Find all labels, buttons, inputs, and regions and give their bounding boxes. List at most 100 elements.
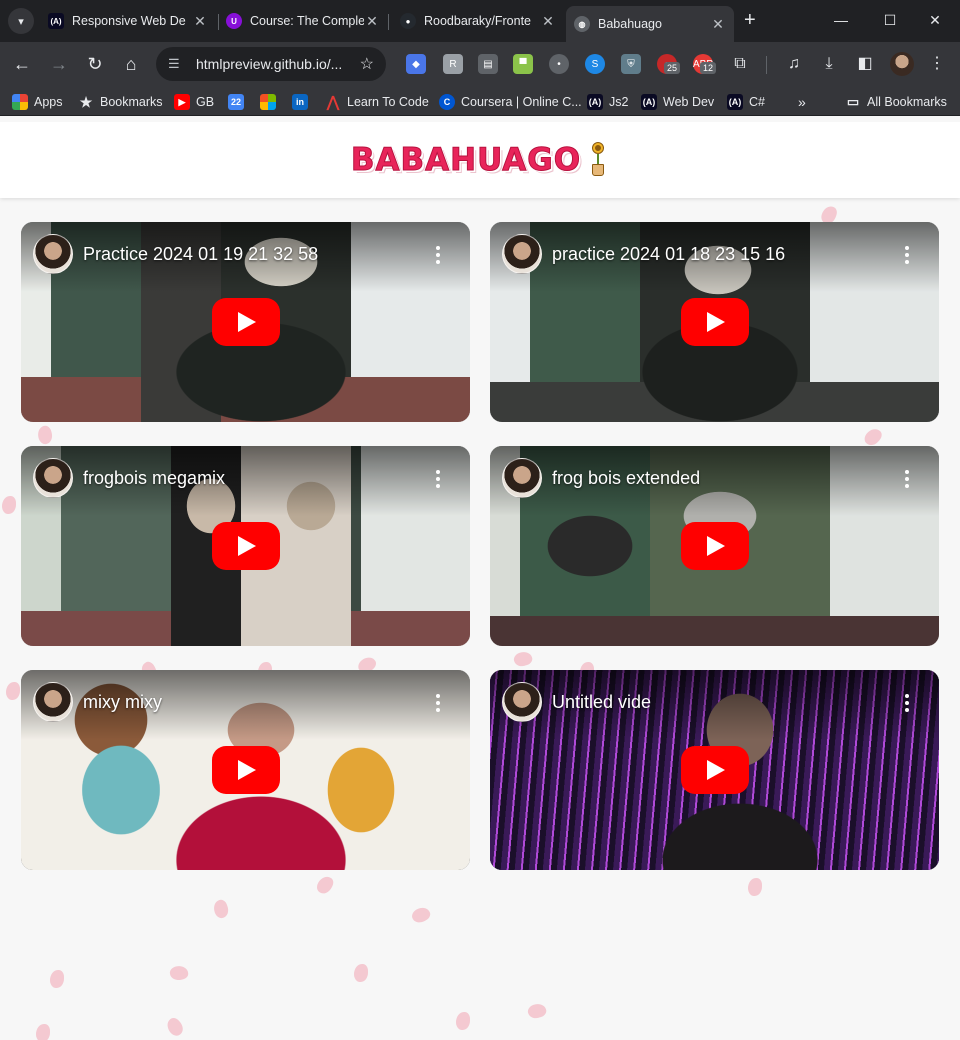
reload-icon[interactable]: ↻ — [83, 52, 107, 76]
petal-decoration — [211, 898, 231, 920]
petal-decoration — [168, 964, 190, 982]
bookmark-learn-to-code[interactable]: ⋀ Learn To Code — [325, 93, 429, 111]
youtube-play-button[interactable] — [212, 746, 280, 794]
close-icon[interactable]: ✕ — [540, 13, 556, 30]
download-icon[interactable]: ⤓ — [817, 52, 841, 76]
side-panel-icon[interactable]: ◧ — [853, 52, 877, 76]
extension-icon[interactable]: ◆ — [406, 54, 426, 74]
extension-icon[interactable]: ▀ — [513, 54, 533, 74]
video-card[interactable]: frogbois megamix — [21, 446, 470, 646]
petal-decoration — [163, 1015, 187, 1039]
video-card[interactable]: Practice 2024 01 19 21 32 58 — [21, 222, 470, 422]
menu-kebab-icon[interactable]: ⋮ — [925, 52, 949, 76]
bookmark-label: Coursera | Online C... — [461, 95, 582, 109]
video-title[interactable]: Practice 2024 01 19 21 32 58 — [83, 244, 318, 265]
youtube-play-button[interactable] — [212, 522, 280, 570]
close-icon[interactable]: ✕ — [364, 13, 380, 30]
bookmark-all-bookmarks[interactable]: ▭ All Bookmarks — [845, 93, 947, 111]
bookmark-gb[interactable]: ▶ GB — [174, 93, 214, 111]
video-card[interactable]: practice 2024 01 18 23 15 16 — [490, 222, 939, 422]
channel-avatar[interactable] — [502, 682, 542, 722]
youtube-play-button[interactable] — [681, 298, 749, 346]
channel-avatar[interactable] — [502, 458, 542, 498]
minimize-icon[interactable]: — — [826, 8, 856, 32]
extension-icon[interactable]: R — [443, 54, 463, 74]
tab-course[interactable]: U Course: The Comple ✕ — [218, 6, 388, 36]
video-card[interactable]: mixy mixy — [21, 670, 470, 870]
more-options-icon[interactable] — [436, 246, 440, 264]
back-icon[interactable]: ← — [10, 52, 34, 76]
address-bar[interactable]: ☰ htmlpreview.github.io/... ☆ — [156, 47, 386, 81]
bookmark-microsoft[interactable] — [260, 93, 282, 111]
channel-avatar[interactable] — [33, 682, 73, 722]
media-controls-icon[interactable]: ♫ — [782, 52, 806, 76]
home-icon[interactable]: ⌂ — [119, 52, 143, 76]
channel-avatar[interactable] — [33, 234, 73, 274]
bookmark-coursera[interactable]: C Coursera | Online C... — [439, 93, 582, 111]
video-card[interactable]: frog bois extended — [490, 446, 939, 646]
bookmark-linkedin[interactable]: in — [292, 93, 314, 111]
bookmark-apps[interactable]: Apps — [12, 93, 63, 111]
channel-avatar[interactable] — [33, 458, 73, 498]
bookmark-star-icon[interactable]: ☆ — [360, 54, 374, 74]
sunflower-icon — [587, 142, 609, 178]
close-icon[interactable]: ✕ — [710, 16, 726, 33]
more-options-icon[interactable] — [905, 470, 909, 488]
tab-github[interactable]: ● Roodbaraky/Fronte ✕ — [392, 6, 564, 36]
tab-responsive-web-design[interactable]: (A) Responsive Web De ✕ — [40, 6, 216, 36]
tab-strip: ▾ (A) Responsive Web De ✕ U Course: The … — [0, 0, 960, 42]
video-title[interactable]: Untitled vide — [552, 692, 651, 713]
petal-decoration — [50, 970, 64, 988]
maximize-icon[interactable]: ☐ — [875, 8, 905, 32]
site-header: BABAHUAGO — [0, 122, 960, 198]
extension-icon[interactable]: ▤ — [478, 54, 498, 74]
petal-decoration — [354, 964, 368, 982]
extension-icon[interactable]: • — [549, 54, 569, 74]
video-title[interactable]: mixy mixy — [83, 692, 162, 713]
bookmark-label: Learn To Code — [347, 95, 429, 109]
url-text[interactable]: htmlpreview.github.io/... — [196, 56, 354, 72]
video-title[interactable]: frog bois extended — [552, 468, 700, 489]
bookmarks-overflow-icon[interactable]: » — [798, 93, 806, 111]
more-options-icon[interactable] — [905, 246, 909, 264]
shazam-icon[interactable]: S — [585, 54, 605, 74]
puzzle-extensions-icon[interactable]: ⧉ — [728, 52, 752, 76]
tab-babahuago[interactable]: ◍ Babahuago ✕ — [566, 6, 734, 42]
close-window-icon[interactable]: ✕ — [920, 8, 950, 32]
tab-title: Course: The Comple — [250, 14, 364, 28]
freecodecamp-icon: (A) — [48, 13, 64, 29]
freecodecamp-icon: (A) — [587, 94, 603, 110]
youtube-play-button[interactable] — [212, 298, 280, 346]
bookmark-label: C# — [749, 95, 765, 109]
video-title[interactable]: practice 2024 01 18 23 15 16 — [552, 244, 785, 265]
bookmark-web-dev[interactable]: (A) Web Dev — [641, 93, 714, 111]
site-info-icon[interactable]: ☰ — [168, 56, 186, 72]
petal-decoration — [36, 1024, 50, 1040]
more-options-icon[interactable] — [436, 470, 440, 488]
youtube-play-button[interactable] — [681, 522, 749, 570]
petal-decoration — [6, 682, 20, 700]
apps-grid-icon — [12, 94, 28, 110]
shield-icon[interactable]: ⛨ — [621, 54, 641, 74]
profile-avatar[interactable] — [890, 52, 914, 76]
video-title[interactable]: frogbois megamix — [83, 468, 225, 489]
close-icon[interactable]: ✕ — [192, 13, 208, 30]
more-options-icon[interactable] — [905, 694, 909, 712]
tab-search-chevron-icon[interactable]: ▾ — [8, 8, 34, 34]
bookmark-label: Apps — [34, 95, 63, 109]
site-logo[interactable]: BABAHUAGO — [350, 142, 581, 179]
channel-avatar[interactable] — [502, 234, 542, 274]
video-card[interactable]: Untitled vide — [490, 670, 939, 870]
more-options-icon[interactable] — [436, 694, 440, 712]
bookmark-csharp[interactable]: (A) C# — [727, 93, 765, 111]
calendar-icon: 22 — [228, 94, 244, 110]
bookmark-calendar[interactable]: 22 — [228, 93, 250, 111]
youtube-play-button[interactable] — [681, 746, 749, 794]
bookmark-js2[interactable]: (A) Js2 — [587, 93, 628, 111]
petal-decoration — [861, 425, 885, 449]
github-icon: ● — [400, 13, 416, 29]
tab-separator — [388, 14, 389, 30]
bookmark-bookmarks[interactable]: ★ Bookmarks — [78, 93, 163, 111]
new-tab-icon[interactable]: + — [744, 10, 756, 30]
forward-icon[interactable]: → — [47, 52, 71, 76]
